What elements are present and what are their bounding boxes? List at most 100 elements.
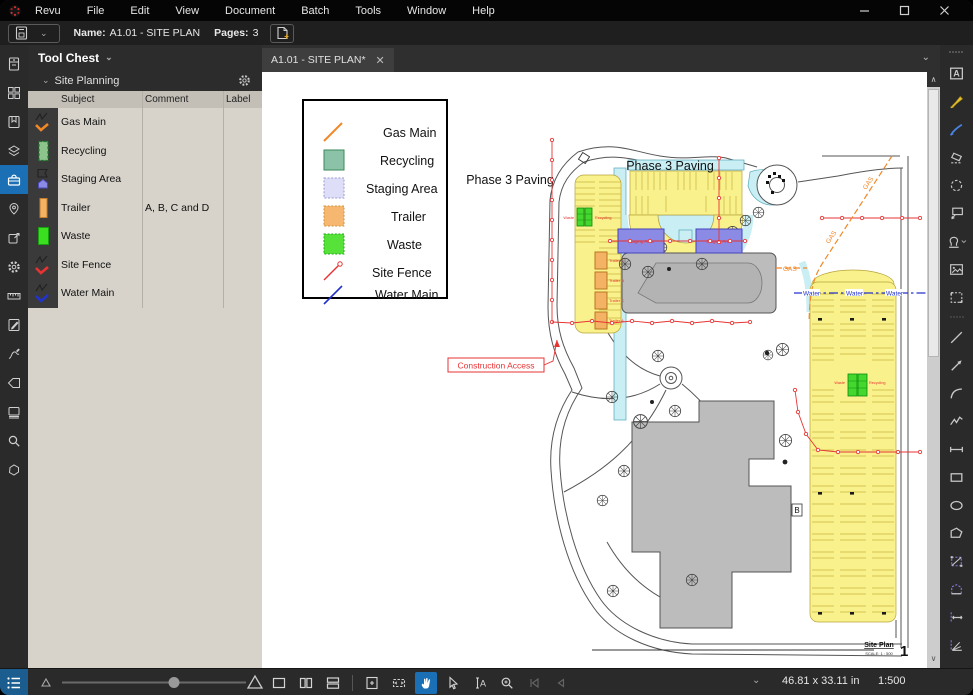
panel-title: Tool Chest ⌄: [28, 45, 262, 70]
legend-markup[interactable]: Gas Main Recycling Staging Area Trailer …: [303, 100, 447, 304]
menu-file[interactable]: File: [74, 0, 118, 21]
split-horizontal-icon[interactable]: [322, 672, 344, 694]
flag-tag-icon[interactable]: [0, 368, 28, 397]
tool-row-gas-main[interactable]: Gas Main: [28, 108, 262, 137]
tool-row-site-fence[interactable]: Site Fence: [28, 251, 262, 280]
status-options-chevron-icon[interactable]: ⌄: [752, 675, 760, 686]
menu-view[interactable]: View: [162, 0, 212, 21]
left-panel-rail: [0, 45, 28, 668]
properties-gear-icon[interactable]: [0, 252, 28, 281]
spaces-icon[interactable]: [0, 194, 28, 223]
tab-list-chevron-icon[interactable]: ⌄: [922, 52, 930, 63]
new-page-button[interactable]: [270, 24, 294, 43]
fit-width-icon[interactable]: [388, 672, 410, 694]
markup-list-toggle[interactable]: [0, 669, 28, 695]
line-tool[interactable]: [940, 323, 973, 351]
studio-icon[interactable]: [0, 397, 28, 426]
single-pane-icon[interactable]: [268, 672, 290, 694]
svg-text:A: A: [953, 68, 960, 78]
measure-area-tool[interactable]: [940, 547, 973, 575]
shapes-icon[interactable]: [0, 455, 28, 484]
signatures-icon[interactable]: [0, 339, 28, 368]
split-vertical-icon[interactable]: [295, 672, 317, 694]
menu-revu[interactable]: Revu: [22, 0, 74, 21]
pages-count: 3: [253, 27, 259, 39]
document-page: B: [262, 72, 940, 668]
next-view-button[interactable]: [550, 672, 572, 694]
tool-set-site-planning[interactable]: ⌄ Site Planning: [28, 70, 262, 91]
menu-help[interactable]: Help: [459, 0, 508, 21]
svg-text:Water Main: Water Main: [375, 288, 438, 302]
tab-close-icon[interactable]: ✕: [376, 54, 385, 67]
text-box-tool[interactable]: A: [940, 59, 973, 87]
tool-row-trailer[interactable]: Trailer A, B, C and D: [28, 194, 262, 223]
name-label: Name:: [74, 27, 106, 39]
layers-icon[interactable]: [0, 136, 28, 165]
water-main-markup[interactable]: Water Water Water: [794, 289, 926, 298]
menu-document[interactable]: Document: [212, 0, 288, 21]
search-icon[interactable]: [0, 426, 28, 455]
tool-chest-icon[interactable]: [0, 165, 28, 194]
document-menu-button[interactable]: ⌄: [8, 24, 60, 43]
measurements-ruler-icon[interactable]: [0, 281, 28, 310]
tool-row-water-main[interactable]: Water Main: [28, 279, 262, 308]
phase3-label-left[interactable]: Phase 3 Paving: [466, 173, 554, 187]
status-bar: A ⌄ 46.81 x 33.11 in 1:500: [0, 668, 973, 695]
markups-icon[interactable]: [0, 310, 28, 339]
pen-tool[interactable]: [940, 115, 973, 143]
menu-tools[interactable]: Tools: [342, 0, 394, 21]
rectangle-tool[interactable]: [940, 463, 973, 491]
lasso-tool[interactable]: [940, 171, 973, 199]
thumbnails-icon[interactable]: [0, 78, 28, 107]
measure-length-tool[interactable]: [940, 603, 973, 631]
callout-tool[interactable]: [940, 199, 973, 227]
highlight-tool[interactable]: [940, 87, 973, 115]
menu-window[interactable]: Window: [394, 0, 459, 21]
column-label: Label: [226, 94, 250, 105]
panel-width-slider[interactable]: [34, 669, 264, 695]
pages-label: Pages:: [214, 27, 248, 39]
file-access-icon[interactable]: [0, 49, 28, 78]
arc-tool[interactable]: [940, 379, 973, 407]
polyline-tool[interactable]: [940, 407, 973, 435]
select-tool[interactable]: [442, 672, 464, 694]
measure-angle-tool[interactable]: [940, 631, 973, 659]
zoom-tool[interactable]: [496, 672, 518, 694]
add-page-icon: [276, 26, 289, 40]
close-button[interactable]: [937, 4, 951, 18]
tool-set-gear-button[interactable]: [237, 73, 252, 88]
menu-batch[interactable]: Batch: [288, 0, 342, 21]
links-icon[interactable]: [0, 223, 28, 252]
vertical-scrollbar[interactable]: ∧ ∨: [927, 72, 940, 668]
minimize-button[interactable]: [857, 4, 871, 18]
stamp-tool[interactable]: [940, 227, 973, 255]
toolbar-drag-handle[interactable]: [940, 45, 973, 59]
measure-perimeter-tool[interactable]: [940, 575, 973, 603]
snapshot-tool[interactable]: [940, 283, 973, 311]
arrow-tool[interactable]: [940, 351, 973, 379]
polygon-tool[interactable]: [940, 519, 973, 547]
select-text-tool[interactable]: A: [469, 672, 491, 694]
document-tab-bar: A1.01 - SITE PLAN* ✕ ⌄: [262, 45, 940, 72]
construction-access-callout[interactable]: Construction Access: [448, 340, 560, 372]
fit-page-icon[interactable]: [361, 672, 383, 694]
ellipse-tool[interactable]: [940, 491, 973, 519]
maximize-button[interactable]: [897, 4, 911, 18]
tool-row-staging-area[interactable]: Staging Area: [28, 165, 262, 194]
previous-view-button[interactable]: [523, 672, 545, 694]
pan-tool[interactable]: [415, 672, 437, 694]
tool-row-waste[interactable]: Waste: [28, 222, 262, 251]
scroll-down-icon[interactable]: ∨: [927, 652, 940, 666]
chevron-down-icon[interactable]: ⌄: [105, 52, 113, 63]
svg-text:SCALE: 1 : 500: SCALE: 1 : 500: [865, 651, 893, 656]
tool-row-recycling[interactable]: Recycling: [28, 137, 262, 166]
menu-edit[interactable]: Edit: [117, 0, 162, 21]
eraser-tool[interactable]: [940, 143, 973, 171]
scroll-up-icon[interactable]: ∧: [927, 72, 940, 87]
bookmarks-icon[interactable]: [0, 107, 28, 136]
phase3-label-right[interactable]: Phase 3 Paving: [626, 159, 714, 173]
image-tool[interactable]: [940, 255, 973, 283]
dimension-tool[interactable]: [940, 435, 973, 463]
scrollbar-thumb[interactable]: [928, 89, 939, 357]
tab-site-plan[interactable]: A1.01 - SITE PLAN* ✕: [262, 48, 394, 72]
